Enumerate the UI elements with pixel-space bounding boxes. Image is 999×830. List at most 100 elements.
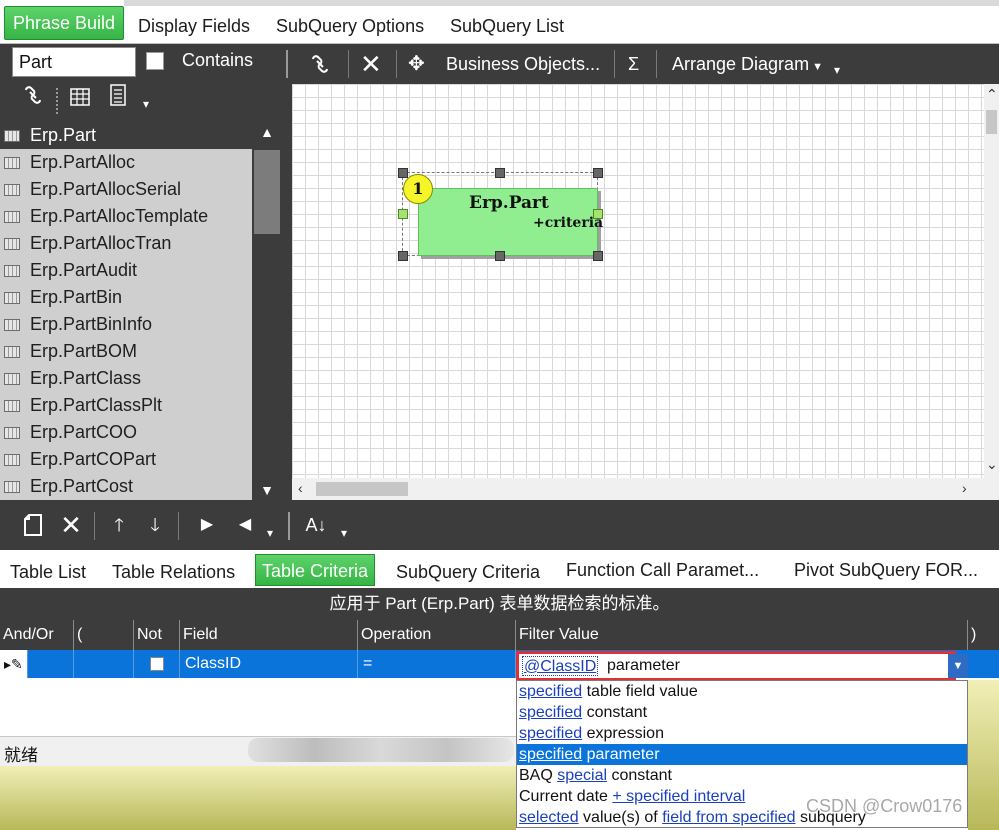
table-item[interactable]: Erp.PartBinInfo [0, 311, 252, 338]
desktop-background [968, 680, 999, 830]
table-item[interactable]: Erp.PartCOO [0, 419, 252, 446]
resize-handle[interactable] [593, 209, 603, 219]
move-icon[interactable]: ✥ [408, 44, 430, 84]
table-node-erp-part[interactable]: Erp.Part +criteria [418, 188, 603, 256]
cell-operation[interactable]: = [358, 650, 516, 678]
table-list-scrollbar[interactable]: ▲ ▼ [252, 122, 282, 500]
scrollbar-thumb[interactable] [316, 482, 408, 496]
sort-icon[interactable]: A↓ [300, 500, 332, 550]
splitter[interactable] [282, 84, 292, 500]
link-icon[interactable] [308, 44, 338, 84]
column-header-field[interactable]: Field [180, 620, 358, 650]
table-item[interactable]: Erp.PartClass [0, 365, 252, 392]
cell-field[interactable]: ClassID [180, 650, 358, 678]
table-calc-icon[interactable] [104, 82, 134, 118]
diagram-canvas[interactable] [292, 84, 984, 478]
option-link[interactable]: specified [519, 746, 582, 763]
resize-handle[interactable] [593, 251, 603, 261]
sigma-icon[interactable]: Σ [628, 44, 642, 84]
contains-checkbox[interactable] [146, 52, 164, 70]
resize-handle[interactable] [495, 251, 505, 261]
dropdown-option[interactable]: specified table field value [517, 681, 967, 702]
delete-icon[interactable]: ✕ [56, 500, 86, 550]
table-item[interactable]: Erp.PartClassPlt [0, 392, 252, 419]
filter-dropdown-toggle[interactable]: ▼ [948, 654, 968, 678]
option-link[interactable]: selected [519, 809, 579, 826]
table-item[interactable]: Erp.PartAudit [0, 257, 252, 284]
toolbar-separator [286, 50, 288, 78]
toolbar-separator [396, 50, 397, 78]
cell-and-or[interactable] [28, 650, 74, 678]
table-item[interactable]: Erp.PartCost [0, 473, 252, 500]
scroll-up-icon[interactable]: ⌃ [986, 86, 998, 103]
tab-pivot-subquery[interactable]: Pivot SubQuery FOR... [788, 554, 984, 586]
tab-phrase-build[interactable]: Phrase Build [4, 6, 125, 40]
option-link[interactable]: specified [519, 725, 582, 742]
arrow-right-icon[interactable]: ▶ [194, 500, 220, 550]
column-header-not[interactable]: Not [134, 620, 180, 650]
scroll-right-icon[interactable]: › [962, 480, 967, 496]
toolbar-separator [348, 50, 349, 78]
link-icon[interactable] [16, 82, 50, 118]
tab-display-fields[interactable]: Display Fields [130, 10, 258, 42]
scroll-down-icon[interactable]: ⌄ [986, 456, 998, 473]
table-item[interactable]: Erp.Part [0, 122, 252, 149]
filter-value-input[interactable]: @ClassID parameter [516, 651, 956, 681]
table-item[interactable]: Erp.PartBin [0, 284, 252, 311]
column-header-operation[interactable]: Operation [358, 620, 516, 650]
tab-subquery-criteria[interactable]: SubQuery Criteria [390, 556, 546, 588]
tab-table-list[interactable]: Table List [4, 556, 92, 588]
table-search-input[interactable]: Part [12, 47, 136, 77]
scrollbar-thumb[interactable] [254, 150, 280, 234]
resize-handle[interactable] [495, 168, 505, 178]
column-header-close-paren[interactable]: ) [968, 620, 999, 650]
tab-function-call-parameters[interactable]: Function Call Paramet... [560, 554, 765, 586]
option-link[interactable]: specified [519, 704, 582, 721]
table-item[interactable]: Erp.PartBOM [0, 338, 252, 365]
column-header-open-paren[interactable]: ( [74, 620, 134, 650]
arrow-up-icon[interactable]: 🡑 [106, 500, 132, 550]
dropdown-option-selected[interactable]: specified parameter [517, 744, 967, 765]
resize-handle[interactable] [398, 209, 408, 219]
arrange-diagram-button[interactable]: Arrange Diagram ▼ [672, 44, 823, 84]
tab-subquery-list[interactable]: SubQuery List [442, 10, 572, 42]
tab-subquery-options[interactable]: SubQuery Options [268, 10, 432, 42]
table-item[interactable]: Erp.PartAllocTran [0, 230, 252, 257]
resize-handle[interactable] [593, 168, 603, 178]
canvas-vertical-scrollbar[interactable]: ⌃ ⌄ [984, 84, 999, 478]
new-icon[interactable] [18, 500, 48, 550]
scroll-down-icon[interactable]: ▼ [252, 482, 282, 498]
option-link[interactable]: special [557, 767, 607, 784]
not-checkbox[interactable] [150, 657, 164, 671]
table-grid-icon[interactable] [66, 82, 94, 118]
close-icon[interactable]: ✕ [360, 44, 386, 84]
table-item[interactable]: Erp.PartAllocSerial [0, 176, 252, 203]
resize-handle[interactable] [398, 168, 408, 178]
resize-handle[interactable] [398, 251, 408, 261]
tab-table-criteria[interactable]: Table Criteria [255, 554, 376, 586]
arrow-left-icon[interactable]: ◀ [232, 500, 258, 550]
option-link-secondary[interactable]: field from specified [662, 809, 795, 826]
scroll-left-icon[interactable]: ‹ [298, 480, 303, 496]
business-objects-button[interactable]: Business Objects... [446, 44, 600, 84]
chevron-down-icon[interactable]: ▾ [138, 86, 154, 122]
table-item-label: Erp.PartAllocTran [30, 233, 172, 253]
column-header-filter-value[interactable]: Filter Value [516, 620, 968, 650]
dropdown-option[interactable]: specified constant [517, 702, 967, 723]
scroll-up-icon[interactable]: ▲ [252, 124, 282, 140]
option-link[interactable]: + specified interval [612, 788, 745, 805]
table-item[interactable]: Erp.PartAllocTemplate [0, 203, 252, 230]
option-link[interactable]: specified [519, 683, 582, 700]
table-item[interactable]: Erp.PartAlloc [0, 149, 252, 176]
dropdown-option[interactable]: BAQ special constant [517, 765, 967, 786]
dropdown-option[interactable]: specified expression [517, 723, 967, 744]
table-item[interactable]: Erp.PartCOPart [0, 446, 252, 473]
scrollbar-thumb[interactable] [986, 110, 997, 134]
arrow-down-icon[interactable]: 🡓 [142, 500, 168, 550]
canvas-horizontal-scrollbar[interactable]: ‹ › [292, 478, 984, 500]
cell-open-paren[interactable] [74, 650, 134, 678]
tab-table-relations[interactable]: Table Relations [106, 556, 241, 588]
column-header-and-or[interactable]: And/Or [0, 620, 74, 650]
table-icon [4, 238, 20, 250]
filter-parameter-link[interactable]: @ClassID [522, 656, 599, 676]
